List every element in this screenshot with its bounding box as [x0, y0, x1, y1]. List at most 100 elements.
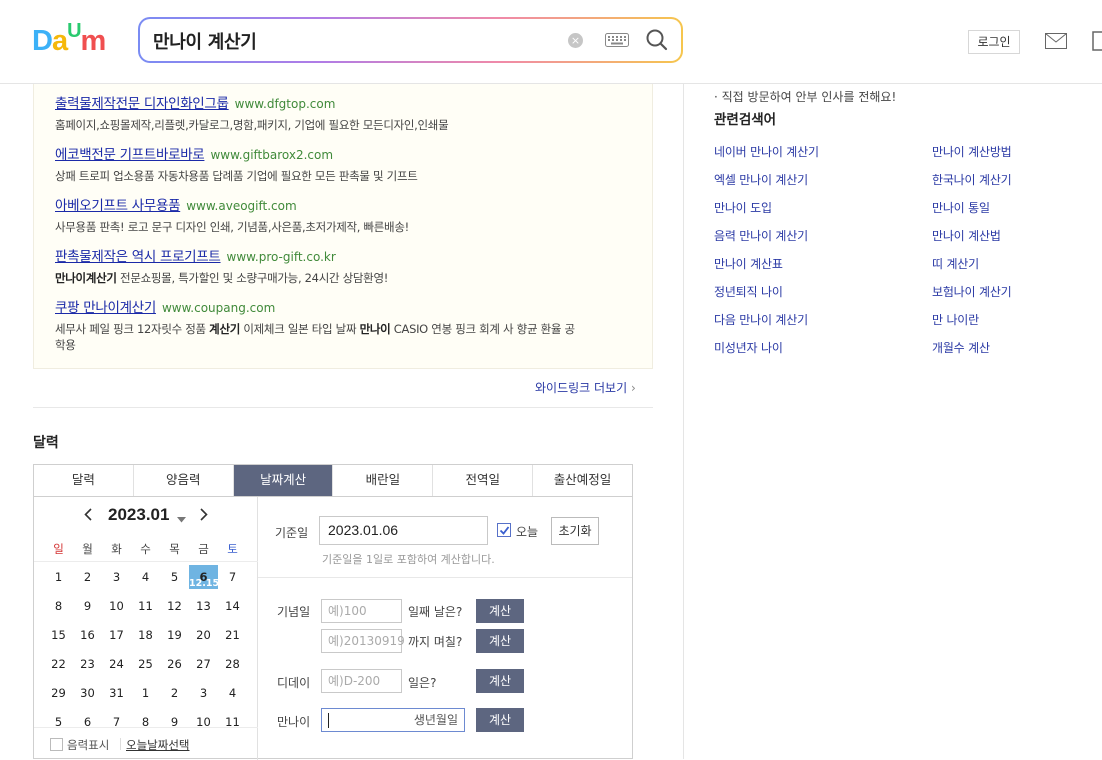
calendar-day[interactable]: 13 [189, 594, 218, 618]
calendar-day[interactable]: 4 [131, 565, 160, 589]
calendar-day[interactable]: 2 [73, 565, 102, 589]
calendar-day[interactable]: 9 [73, 594, 102, 618]
related-search-link[interactable]: 만나이 계산표 [714, 255, 783, 272]
ad-title[interactable]: 에코백전문 기프트바로바로 [55, 147, 205, 163]
tab-3[interactable]: 날짜계산 [233, 465, 334, 496]
calendar-day[interactable]: 25 [131, 652, 160, 676]
calc-button[interactable]: 계산 [476, 599, 524, 623]
related-search-link[interactable]: 만나이 계산방법 [932, 143, 1012, 160]
ad-url[interactable]: www.giftbarox2.com [210, 148, 333, 162]
ad-title[interactable]: 아베오기프트 사무용품 [55, 198, 181, 214]
search-icon[interactable] [645, 28, 669, 55]
chevron-left-icon[interactable] [84, 508, 92, 524]
tab-1[interactable]: 달력 [34, 465, 134, 496]
calendar-day[interactable]: 22 [44, 652, 73, 676]
base-date-input[interactable]: 2023.01.06 [319, 516, 488, 545]
birthdate-input[interactable]: 생년월일 [321, 708, 465, 732]
ad-url[interactable]: www.dfgtop.com [235, 97, 336, 111]
calc-button[interactable]: 계산 [476, 669, 524, 693]
month-label[interactable]: 2023.01 [108, 505, 169, 525]
tab-6[interactable]: 출산예정일 [533, 465, 632, 496]
lunar-checkbox[interactable] [50, 738, 63, 751]
weekday-header: 일월화수목금토 [44, 541, 247, 557]
calendar-day[interactable]: 8 [44, 594, 73, 618]
calendar-day[interactable]: 3 [189, 681, 218, 705]
related-search-link[interactable]: 개월수 계산 [932, 339, 990, 356]
related-search-link[interactable]: 만 나이란 [932, 311, 979, 328]
calendar-day[interactable]: 26 [160, 652, 189, 676]
calendar-day[interactable]: 12 [160, 594, 189, 618]
reset-button[interactable]: 초기화 [551, 517, 599, 545]
calendar-day[interactable]: 16 [73, 623, 102, 647]
calendar-week: 1 2 3 4 5 6 12.15 7 [44, 565, 247, 589]
calendar-day[interactable]: 19 [160, 623, 189, 647]
ad-url[interactable]: www.pro-gift.co.kr [227, 250, 336, 264]
calendar-day[interactable]: 18 [131, 623, 160, 647]
related-search-link[interactable]: 만나이 도입 [714, 199, 772, 216]
related-search-link[interactable]: 보험나이 계산기 [932, 283, 1012, 300]
calendar-day[interactable]: 3 [102, 565, 131, 589]
login-button[interactable]: 로그인 [968, 30, 1020, 54]
related-search-link[interactable]: 만나이 통일 [932, 199, 990, 216]
ad-title[interactable]: 쿠팡 만나이계산기 [55, 300, 156, 316]
related-search-link[interactable]: 미성년자 나이 [714, 339, 783, 356]
tab-2[interactable]: 양음력 [133, 465, 234, 496]
related-search-link[interactable]: 한국나이 계산기 [932, 171, 1012, 188]
keyboard-icon[interactable] [605, 33, 629, 50]
calendar-day[interactable]: 24 [102, 652, 131, 676]
lunar-label[interactable]: 음력표시 [67, 737, 109, 753]
calendar-day[interactable]: 1 [131, 681, 160, 705]
anniversary-date-input[interactable]: 예)20130919 [321, 629, 405, 653]
calendar-day[interactable]: 15 [44, 623, 73, 647]
related-search-link[interactable]: 엑셀 만나이 계산기 [714, 171, 808, 188]
ad-url[interactable]: www.aveogift.com [186, 199, 296, 213]
related-search-link[interactable]: 만나이 계산법 [932, 227, 1001, 244]
calendar-day[interactable]: 21 [218, 623, 247, 647]
today-select-link[interactable]: 오늘날짜선택 [126, 737, 189, 753]
calendar-day[interactable]: 20 [189, 623, 218, 647]
ad-title[interactable]: 출력물제작전문 디자인화인그룹 [55, 96, 229, 112]
mail-icon[interactable] [1045, 33, 1067, 52]
calc-button[interactable]: 계산 [476, 629, 524, 653]
calendar-day[interactable]: 28 [218, 652, 247, 676]
ad-url[interactable]: www.coupang.com [162, 301, 275, 315]
related-search-link[interactable]: 네이버 만나이 계산기 [714, 143, 819, 160]
calendar-day[interactable]: 7 [218, 565, 247, 589]
tab-5[interactable]: 전역일 [433, 465, 534, 496]
chevron-down-icon[interactable] [177, 512, 186, 526]
anniversary-days-input[interactable]: 예)100 [321, 599, 402, 623]
menu-icon[interactable] [1092, 31, 1102, 54]
related-search-link[interactable]: 정년퇴직 나이 [714, 283, 783, 300]
related-search-link[interactable]: 다음 만나이 계산기 [714, 311, 808, 328]
calendar-day[interactable]: 29 [44, 681, 73, 705]
today-checkbox-label[interactable]: 오늘 [516, 523, 538, 540]
calendar-day[interactable]: 11 [131, 594, 160, 618]
search-input[interactable]: 만나이 계산기 [153, 28, 257, 54]
search-box[interactable]: 만나이 계산기 × [138, 17, 683, 63]
related-search-link[interactable]: 띠 계산기 [932, 255, 979, 272]
related-search-link[interactable]: 음력 만나이 계산기 [714, 227, 808, 244]
calendar-day-number: 23 [80, 657, 95, 671]
wide-link-more[interactable]: 와이드링크 더보기 › [535, 379, 636, 396]
calendar-day[interactable]: 23 [73, 652, 102, 676]
calendar-day[interactable]: 1 [44, 565, 73, 589]
calendar-day-today[interactable]: 6 12.15 [189, 565, 219, 589]
dday-input[interactable]: 예)D-200 [321, 669, 402, 693]
chevron-right-icon[interactable] [200, 508, 208, 524]
clear-icon[interactable]: × [568, 33, 583, 48]
calendar-day[interactable]: 4 [218, 681, 247, 705]
calendar-day[interactable]: 5 [160, 565, 189, 589]
calc-button[interactable]: 계산 [476, 708, 524, 732]
calendar-day[interactable]: 10 [102, 594, 131, 618]
calendar-day[interactable]: 17 [102, 623, 131, 647]
tab-4[interactable]: 배란일 [333, 465, 434, 496]
daum-logo[interactable]: DaUm [32, 20, 106, 56]
calendar-day[interactable]: 30 [73, 681, 102, 705]
calendar-day[interactable]: 14 [218, 594, 247, 618]
calendar-day[interactable]: 31 [102, 681, 131, 705]
calendar-day[interactable]: 2 [160, 681, 189, 705]
ad-title[interactable]: 판촉물제작은 역시 프로기프트 [55, 249, 221, 265]
today-checkbox[interactable] [497, 523, 511, 537]
calendar-day[interactable]: 27 [189, 652, 218, 676]
notice-text[interactable]: · 직접 방문하여 안부 인사를 전해요! [714, 88, 896, 105]
